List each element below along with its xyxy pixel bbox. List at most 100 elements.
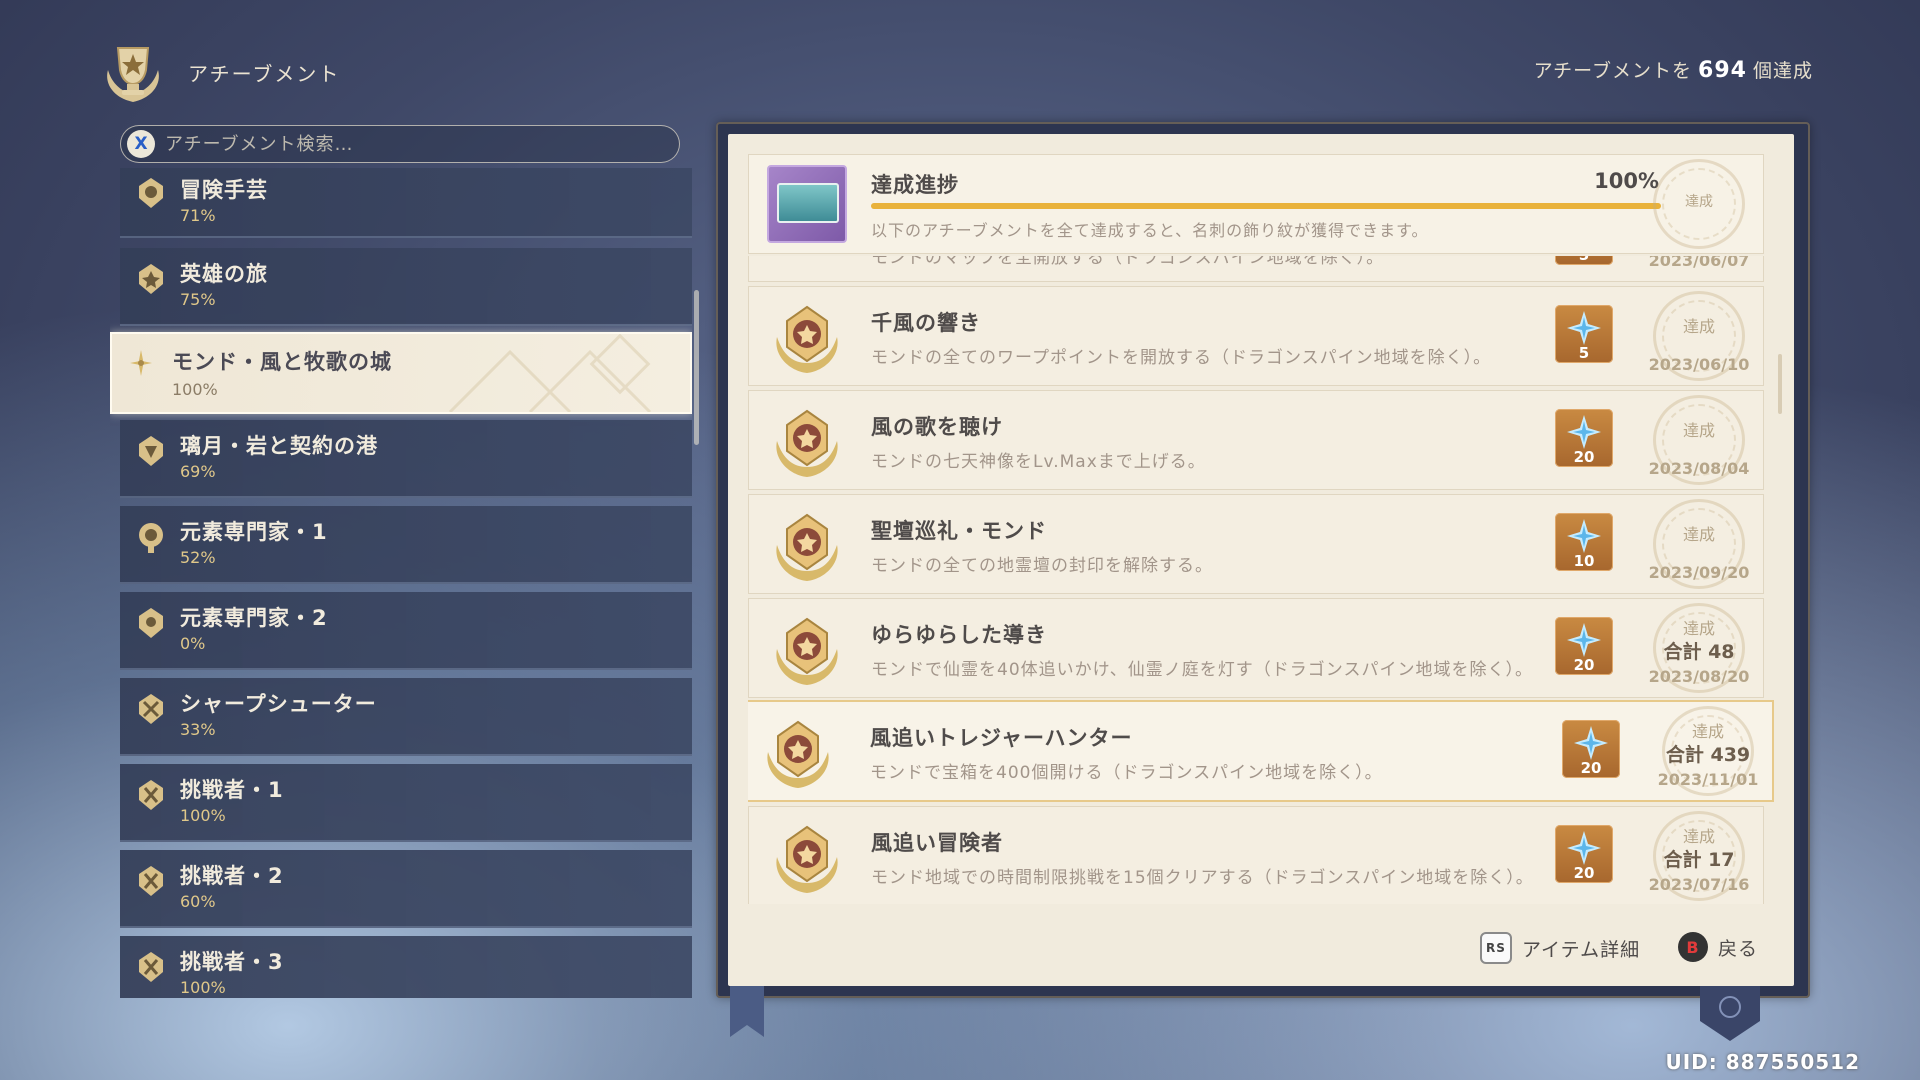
achieved-stamp: 達成 2023/09/20: [1639, 499, 1759, 589]
stamp-label: 達成: [1682, 317, 1715, 336]
category-percent: 100%: [172, 380, 218, 399]
achieved-stamp: 達成 2023/06/10: [1639, 291, 1759, 381]
player-uid: UID: 887550512: [1665, 1050, 1860, 1074]
completion-progress-card: 達成進捗 100% 以下のアチーブメントを全て達成すると、名刺の飾り紋が獲得でき…: [748, 154, 1764, 254]
stamp-total: 合計 17: [1663, 849, 1735, 871]
stamp-label: 達成: [1682, 827, 1715, 846]
category-sidebar[interactable]: 冒険手芸 71% 英雄の旅 75% モンド・風と牧歌の城 100% 璃月・岩と契…: [110, 168, 692, 998]
category-crossbow-icon: [139, 694, 163, 724]
stamp-label: 達成: [1682, 421, 1715, 440]
achievement-row[interactable]: 千風の響き モンドの全てのワープポイントを開放する（ドラゴンスパイン地域を除く）…: [748, 286, 1764, 386]
achievement-medal-icon: [776, 305, 838, 373]
primogem-icon: [1567, 519, 1601, 553]
primogem-reward: 10: [1555, 513, 1613, 571]
achievement-row[interactable]: ゆらゆらした導き モンドで仙霊を40体追いかけ、仙霊ノ庭を灯す（ドラゴンスパイン…: [748, 598, 1764, 698]
achieved-date: 2023/09/20: [1648, 563, 1750, 582]
primogem-reward: 20: [1555, 825, 1613, 883]
achievement-row[interactable]: 聖壇巡礼・モンド モンドの全ての地霊壇の封印を解除する。 10 達成 2023/0…: [748, 494, 1764, 594]
achievement-title: 風追いトレジャーハンター: [870, 726, 1133, 750]
achievement-row-partial[interactable]: モンドのマップを全開放する（ドラゴンスパイン地域を除く）。 5 2023/06/…: [748, 256, 1764, 282]
category-windmill-icon: [130, 350, 152, 376]
category-medal-icon: [139, 264, 163, 294]
category-challenger-icon: [139, 952, 163, 982]
category-element-icon: [139, 523, 163, 553]
primogem-reward: 20: [1555, 617, 1613, 675]
category-name: 挑戦者・2: [180, 864, 284, 888]
category-name: 挑戦者・3: [180, 950, 284, 974]
achievement-list[interactable]: モンドのマップを全開放する（ドラゴンスパイン地域を除く）。 5 2023/06/…: [748, 256, 1778, 904]
achievement-description: モンドで仙霊を40体追いかけ、仙霊ノ庭を灯す（ドラゴンスパイン地域を除く）。: [871, 660, 1533, 680]
category-medal-icon: [139, 436, 163, 466]
reward-count: 10: [1573, 552, 1595, 570]
achievement-description: モンド地域での時間制限挑戦を15個クリアする（ドラゴンスパイン地域を除く）。: [871, 868, 1534, 888]
back-button[interactable]: B 戻る: [1678, 932, 1758, 962]
stamp-label: 達成: [1682, 525, 1715, 544]
category-name: 冒険手芸: [180, 178, 268, 202]
search-input[interactable]: [165, 133, 645, 155]
category-item[interactable]: シャープシューター 33%: [120, 678, 692, 756]
bookmark-ribbon-icon: [730, 985, 764, 1037]
category-percent: 0%: [180, 634, 206, 653]
achieved-date: 2023/08/20: [1648, 667, 1750, 686]
achievement-medal-icon: [776, 409, 838, 477]
category-name: 挑戦者・1: [180, 778, 284, 802]
category-name: 英雄の旅: [180, 262, 268, 286]
category-item-selected[interactable]: モンド・風と牧歌の城 100%: [110, 332, 692, 414]
category-item[interactable]: 冒険手芸 71%: [120, 168, 692, 238]
b-button-icon: B: [1678, 932, 1708, 962]
achievement-description: モンドで宝箱を400個開ける（ドラゴンスパイン地域を除く）。: [870, 763, 1383, 783]
count-suffix: 個達成: [1752, 60, 1813, 82]
reward-count: 20: [1573, 448, 1595, 466]
achieved-stamp: 達成 合計 439 2023/11/01: [1648, 706, 1768, 796]
category-name: 璃月・岩と契約の港: [180, 434, 378, 458]
primogem-icon: [1567, 623, 1601, 657]
item-detail-button[interactable]: RS アイテム詳細: [1480, 932, 1640, 964]
achieved-date: 2023/06/07: [1648, 256, 1750, 270]
achievement-title: 風追い冒険者: [871, 831, 1003, 855]
achievement-search[interactable]: X: [120, 125, 680, 163]
list-scrollbar[interactable]: [1778, 354, 1782, 414]
achievement-row[interactable]: 風の歌を聴け モンドの七天神像をLv.Maxまで上げる。 20 達成 2023/0…: [748, 390, 1764, 490]
sidebar-scrollbar[interactable]: [694, 290, 699, 445]
achievement-row-selected[interactable]: 風追いトレジャーハンター モンドで宝箱を400個開ける（ドラゴンスパイン地域を除…: [748, 700, 1774, 802]
achievement-description: モンドのマップを全開放する（ドラゴンスパイン地域を除く）。: [871, 256, 1385, 268]
category-item[interactable]: 挑戦者・3 100%: [120, 936, 692, 998]
item-detail-label: アイテム詳細: [1522, 938, 1641, 961]
category-item[interactable]: 挑戦者・2 60%: [120, 850, 692, 928]
category-name: 元素専門家・2: [180, 606, 328, 630]
category-percent: 71%: [180, 206, 216, 225]
category-percent: 100%: [180, 806, 226, 825]
achievement-title: 風の歌を聴け: [871, 415, 1003, 439]
achieved-stamp: 達成 合計 17 2023/07/16: [1639, 811, 1759, 901]
primogem-reward: 20: [1555, 409, 1613, 467]
category-item[interactable]: 璃月・岩と契約の港 69%: [120, 420, 692, 498]
category-percent: 33%: [180, 720, 216, 739]
reward-count: 20: [1573, 864, 1595, 882]
achievement-trophy-icon: [107, 47, 159, 102]
achieved-stamp: 達成: [1639, 159, 1759, 249]
achievement-row[interactable]: 風追い冒険者 モンド地域での時間制限挑戦を15個クリアする（ドラゴンスパイン地域…: [748, 806, 1764, 904]
primogem-reward: 5: [1555, 256, 1613, 265]
category-item[interactable]: 元素専門家・1 52%: [120, 506, 692, 584]
achievement-count: アチーブメントを 694 個達成: [1534, 56, 1813, 83]
stamp-label: 達成: [1691, 722, 1724, 741]
reward-count: 5: [1578, 344, 1590, 362]
category-medal-icon: [139, 178, 163, 208]
achieved-stamp: 2023/06/07: [1639, 256, 1759, 277]
achieved-date: 2023/06/10: [1648, 355, 1750, 374]
progress-bar: [871, 203, 1661, 209]
reward-count: 20: [1580, 759, 1602, 777]
primogem-reward: 5: [1555, 305, 1613, 363]
progress-title: 達成進捗: [871, 173, 959, 197]
category-item[interactable]: 元素専門家・2 0%: [120, 592, 692, 670]
stamp-label: 達成: [1682, 619, 1715, 638]
category-item[interactable]: 挑戦者・1 100%: [120, 764, 692, 842]
decorative-pattern: [448, 334, 652, 412]
achieved-date: 2023/08/04: [1648, 459, 1750, 478]
count-prefix: アチーブメントを: [1533, 60, 1693, 82]
category-challenger-icon: [139, 866, 163, 896]
achievement-description: モンドの七天神像をLv.Maxまで上げる。: [871, 452, 1206, 472]
reward-count: 20: [1573, 656, 1595, 674]
category-item[interactable]: 英雄の旅 75%: [120, 248, 692, 326]
progress-bar-fill: [871, 203, 1661, 209]
